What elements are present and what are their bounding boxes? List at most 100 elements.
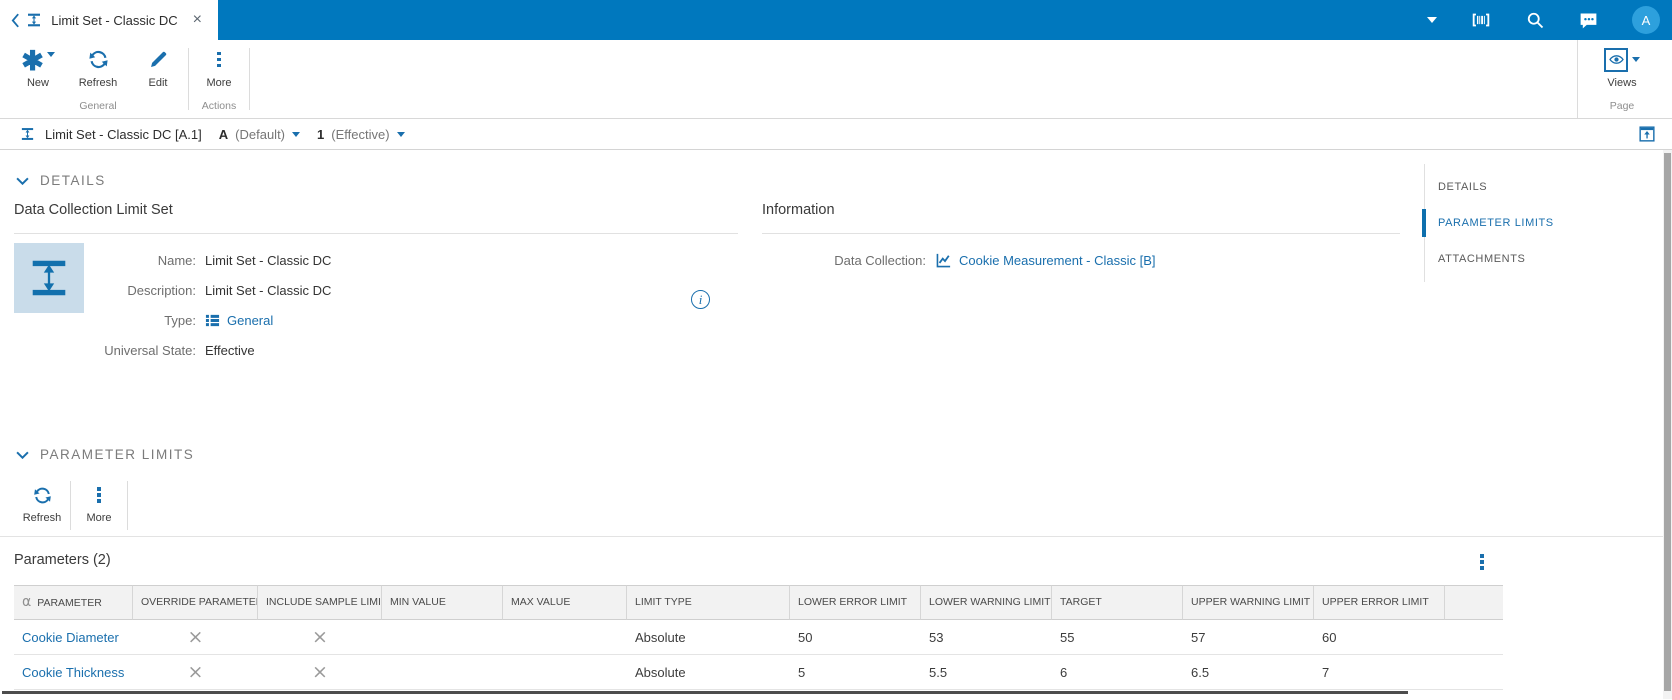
cell-empty — [1445, 620, 1503, 655]
parameter-limits-toolbar: Refresh More — [0, 475, 1672, 537]
kebab-icon — [1480, 554, 1484, 570]
field-name: Name: Limit Set - Classic DC — [84, 245, 738, 275]
column-header-lower-error-limit[interactable]: LOWER ERROR LIMIT — [790, 585, 921, 620]
cell-min-value — [382, 655, 503, 690]
parameters-more-label: More — [86, 512, 112, 524]
refresh-button-label: Refresh — [78, 77, 118, 89]
info-icon[interactable]: i — [691, 290, 710, 309]
type-value-link[interactable]: General — [227, 313, 273, 328]
x-mark-icon: × — [187, 626, 204, 648]
ribbon-group-page: Views Page — [1577, 40, 1658, 118]
column-header-limit-type[interactable]: LIMIT TYPE — [627, 585, 790, 620]
column-header-parameter[interactable]: α PARAMETER — [14, 585, 133, 620]
cell-min-value — [382, 620, 503, 655]
table-row: Cookie Thickness × × Absolute 5 5.5 6 6.… — [14, 655, 1503, 690]
views-button[interactable]: Views — [1586, 47, 1658, 96]
name-label: Name: — [157, 252, 196, 268]
more-dots-icon — [97, 483, 101, 507]
nav-item-details[interactable]: DETAILS — [1425, 169, 1650, 205]
section-nav-rail: DETAILS PARAMETER LIMITS ATTACHMENTS — [1422, 164, 1650, 282]
vertical-scrollbar-thumb[interactable] — [1664, 153, 1671, 691]
chat-bubble-icon — [1578, 10, 1599, 31]
more-dots-icon — [217, 47, 221, 72]
parameter-limits-section-header[interactable]: PARAMETER LIMITS — [16, 447, 194, 462]
limit-set-tile — [14, 243, 84, 313]
cell-lower-warning-limit: 53 — [921, 620, 1052, 655]
parameter-link[interactable]: Cookie Diameter — [22, 630, 119, 645]
version-selector[interactable]: 1 (Effective) — [317, 127, 405, 142]
search-button[interactable] — [1525, 10, 1545, 30]
information-panel-title: Information — [762, 202, 1400, 234]
cell-lower-warning-limit: 5.5 — [921, 655, 1052, 690]
top-bar: Limit Set - Classic DC × A — [0, 0, 1672, 40]
tab-title: Limit Set - Classic DC — [51, 12, 178, 28]
nav-item-parameter-limits[interactable]: PARAMETER LIMITS — [1422, 205, 1650, 241]
more-button[interactable]: More — [189, 47, 249, 96]
window-up-arrow-icon — [1639, 126, 1655, 142]
search-icon — [1525, 10, 1545, 30]
barcode-icon — [1470, 9, 1492, 31]
table-row: Cookie Diameter × × Absolute 50 53 55 57… — [14, 620, 1503, 655]
field-description: Description: Limit Set - Classic DC — [84, 275, 738, 305]
universal-state-value: Effective — [205, 342, 255, 358]
toolbar-separator — [127, 481, 128, 530]
column-header-override-parameter[interactable]: OVERRIDE PARAMETER — [133, 585, 258, 620]
open-in-window-button[interactable] — [1639, 126, 1655, 142]
edit-button[interactable]: Edit — [128, 47, 188, 96]
topbar-actions: A — [1427, 0, 1672, 40]
parameters-table: α PARAMETER OVERRIDE PARAMETER INCLUDE SA… — [14, 585, 1503, 690]
cell-max-value — [503, 655, 627, 690]
page-content: DETAILS Data Collection Limit Set Name: … — [0, 150, 1672, 699]
ribbon-group-actions: More Actions — [189, 40, 249, 118]
details-section-header[interactable]: DETAILS — [16, 173, 106, 188]
cell-upper-warning-limit: 6.5 — [1183, 655, 1314, 690]
alpha-sort-icon: α — [22, 594, 32, 610]
breadcrumb: Limit Set - Classic DC [A.1] A (Default)… — [0, 118, 1672, 150]
revision-selector[interactable]: A (Default) — [219, 126, 301, 142]
parameters-refresh-button[interactable]: Refresh — [14, 475, 70, 536]
eye-icon — [1604, 47, 1628, 72]
horizontal-scrollbar[interactable] — [2, 691, 1408, 694]
cell-lower-error-limit: 5 — [790, 655, 921, 690]
table-kebab-menu-button[interactable] — [1480, 554, 1484, 570]
parameters-more-button[interactable]: More — [71, 475, 127, 536]
column-header-upper-warning-limit[interactable]: UPPER WARNING LIMIT — [1183, 585, 1314, 620]
cell-limit-type: Absolute — [627, 655, 790, 690]
chevron-down-icon — [292, 131, 301, 137]
limit-set-icon — [26, 255, 72, 301]
data-collection-link[interactable]: Cookie Measurement - Classic [B] — [959, 253, 1156, 268]
new-button[interactable]: ✱ New — [8, 47, 68, 96]
description-value: Limit Set - Classic DC — [205, 282, 332, 298]
refresh-button[interactable]: Refresh — [68, 47, 128, 96]
vertical-scrollbar-track[interactable] — [1663, 150, 1672, 699]
parameter-link[interactable]: Cookie Thickness — [22, 665, 124, 680]
column-header-include-sample-limit[interactable]: INCLUDE SAMPLE LIMIT — [258, 585, 382, 620]
field-type: Type: General — [84, 305, 738, 335]
information-panel: Information Data Collection: Cookie Meas… — [762, 202, 1400, 275]
column-header-min-value[interactable]: MIN VALUE — [382, 585, 503, 620]
messages-button[interactable] — [1578, 10, 1599, 31]
column-header-target[interactable]: TARGET — [1052, 585, 1183, 620]
revision-state: (Default) — [235, 126, 286, 142]
limit-set-fields: Name: Limit Set - Classic DC Description… — [84, 243, 738, 365]
column-header-upper-error-limit[interactable]: UPPER ERROR LIMIT — [1314, 585, 1445, 620]
ribbon-separator — [249, 48, 250, 110]
new-button-label: New — [26, 77, 49, 89]
cell-target: 6 — [1052, 655, 1183, 690]
user-avatar[interactable]: A — [1632, 6, 1660, 34]
tab-close-icon[interactable]: × — [187, 12, 208, 28]
column-header-lower-warning-limit[interactable]: LOWER WARNING LIMIT — [921, 585, 1052, 620]
barcode-scan-button[interactable] — [1470, 9, 1492, 31]
list-type-icon — [205, 313, 220, 328]
more-button-label: More — [206, 77, 232, 89]
back-button[interactable] — [8, 13, 22, 28]
line-chart-icon — [935, 252, 952, 269]
cell-upper-error-limit: 60 — [1314, 620, 1445, 655]
topbar-menu-chevron[interactable] — [1427, 17, 1437, 23]
tab-limit-set[interactable]: Limit Set - Classic DC × — [22, 0, 218, 40]
views-dropdown-caret-icon — [1632, 57, 1640, 62]
nav-item-attachments[interactable]: ATTACHMENTS — [1425, 241, 1650, 277]
chevron-down-icon — [16, 177, 29, 185]
limit-set-icon — [26, 12, 42, 28]
column-header-max-value[interactable]: MAX VALUE — [503, 585, 627, 620]
